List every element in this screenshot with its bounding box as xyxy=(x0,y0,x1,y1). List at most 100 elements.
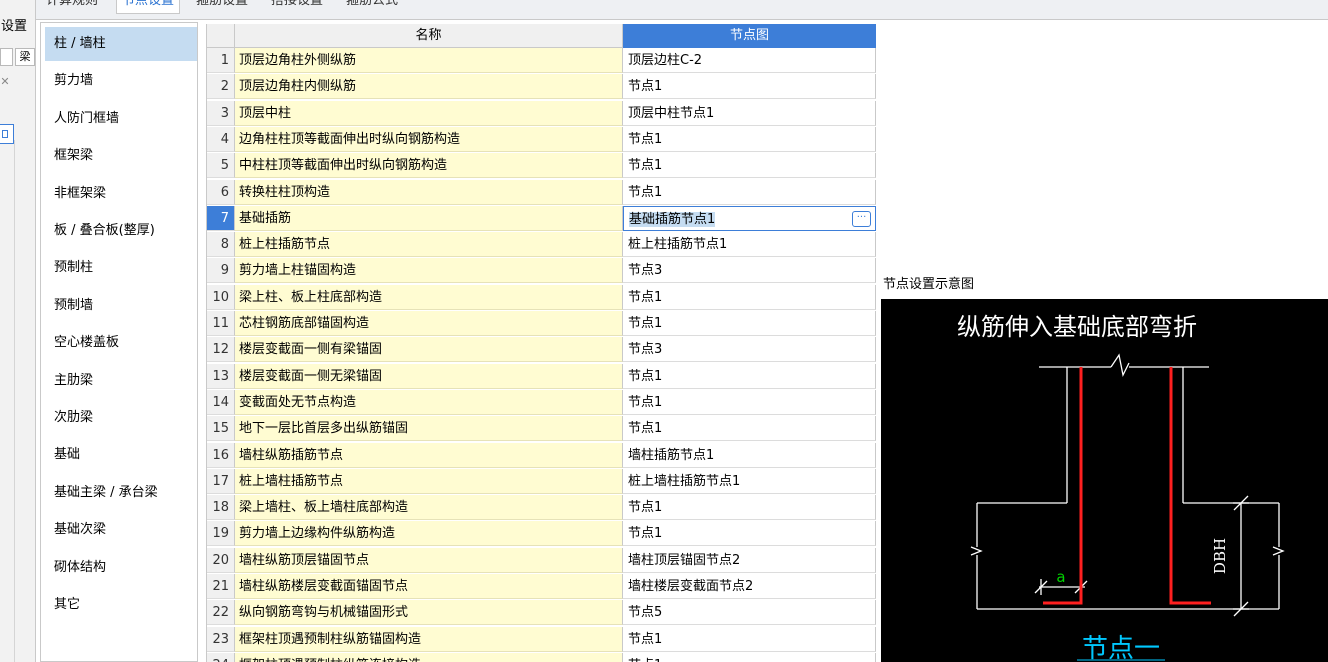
row-node-cell[interactable]: 节点1 xyxy=(623,363,876,389)
row-name-cell[interactable]: 边角柱柱顶等截面伸出时纵向钢筋构造 xyxy=(235,126,623,152)
row-node-cell[interactable]: 桩上墙柱插筋节点1 xyxy=(623,468,876,494)
table-row[interactable]: 18 梁上墙柱、板上墙柱底部构造 节点1 xyxy=(207,495,877,521)
row-node-cell[interactable]: 墙柱插筋节点1 xyxy=(623,442,876,468)
row-node-cell[interactable]: 节点1 xyxy=(623,389,876,415)
row-name-cell[interactable]: 桩上墙柱插筋节点 xyxy=(235,468,623,494)
row-name-cell[interactable]: 转换柱柱顶构造 xyxy=(235,179,623,205)
row-name-cell[interactable]: 楼层变截面一侧有梁锚固 xyxy=(235,337,623,363)
table-row[interactable]: 24框架柱顶遇预制柱纵筋连接构造节点1 xyxy=(207,652,877,662)
row-number[interactable]: 8 xyxy=(207,232,235,258)
tab-stirrup-settings[interactable]: 箍筋设置 xyxy=(191,0,253,14)
table-row[interactable]: 9 剪力墙上柱锚固构造 节点3 xyxy=(207,258,877,284)
row-node-cell[interactable]: 节点1 xyxy=(623,311,876,336)
ellipsis-button[interactable]: ··· xyxy=(852,210,871,227)
row-name-cell[interactable]: 框架柱顶遇预制柱纵筋锚固构造 xyxy=(235,626,623,652)
table-row[interactable]: 7 基础插筋 基础插筋节点1 ··· xyxy=(207,205,877,231)
row-name-cell[interactable]: 楼层变截面一侧无梁锚固 xyxy=(235,363,623,389)
row-name-cell[interactable]: 墙柱纵筋顶层锚固节点 xyxy=(235,547,623,573)
row-node-cell[interactable]: 节点1 xyxy=(623,126,876,152)
column-header-node[interactable]: 节点图 xyxy=(623,24,876,48)
close-icon[interactable]: ✕ xyxy=(0,76,10,88)
category-item[interactable]: 预制柱 xyxy=(45,251,197,285)
row-node-cell[interactable]: 节点3 xyxy=(623,258,876,284)
category-item[interactable]: 基础主梁 / 承台梁 xyxy=(45,476,197,510)
category-item[interactable]: 空心楼盖板 xyxy=(45,326,197,360)
row-name-cell[interactable]: 顶层边角柱外侧纵筋 xyxy=(235,48,623,73)
table-row[interactable]: 23 框架柱顶遇预制柱纵筋锚固构造 节点1 xyxy=(207,626,877,652)
tab-node-settings[interactable]: 节点设置 xyxy=(116,0,181,14)
row-name-cell[interactable]: 梁上柱、板上柱底部构造 xyxy=(235,284,623,310)
row-name-cell[interactable]: 中柱柱顶等截面伸出时纵向钢筋构造 xyxy=(235,153,623,179)
row-name-cell[interactable]: 剪力墙上边缘构件纵筋构造 xyxy=(235,521,623,547)
row-name-cell[interactable]: 纵向钢筋弯钩与机械锚固形式 xyxy=(235,600,623,626)
table-row[interactable]: 22 纵向钢筋弯钩与机械锚固形式 节点5 xyxy=(207,600,877,626)
row-number[interactable]: 2 xyxy=(207,74,235,100)
table-row[interactable]: 10 梁上柱、板上柱底部构造 节点1 xyxy=(207,284,877,310)
table-row[interactable]: 20 墙柱纵筋顶层锚固节点 墙柱顶层锚固节点2 xyxy=(207,547,877,573)
row-number[interactable]: 7 xyxy=(207,205,235,231)
row-number[interactable]: 4 xyxy=(207,126,235,152)
category-item[interactable]: 板 / 叠合板(整厚) xyxy=(45,214,197,248)
category-item[interactable]: 次肋梁 xyxy=(45,401,197,435)
row-number[interactable]: 23 xyxy=(207,626,235,652)
row-number[interactable]: 12 xyxy=(207,337,235,363)
category-item[interactable]: 主肋梁 xyxy=(45,364,197,398)
row-number[interactable]: 6 xyxy=(207,179,235,205)
row-name-cell[interactable]: 桩上柱插筋节点 xyxy=(235,232,623,258)
row-number[interactable]: 19 xyxy=(207,521,235,547)
row-node-cell[interactable]: 节点1 xyxy=(623,74,876,100)
row-number[interactable]: 14 xyxy=(207,389,235,415)
table-row[interactable]: 5 中柱柱顶等截面伸出时纵向钢筋构造 节点1 xyxy=(207,153,877,179)
row-number[interactable]: 15 xyxy=(207,416,235,442)
row-number[interactable]: 3 xyxy=(207,100,235,126)
tab-lap-settings[interactable]: 搭接设置 xyxy=(266,0,328,14)
category-item[interactable]: 砌体结构 xyxy=(45,551,197,585)
row-node-cell[interactable]: 顶层边柱C-2 xyxy=(623,48,876,73)
table-row[interactable]: 12 楼层变截面一侧有梁锚固 节点3 xyxy=(207,337,877,363)
row-name-cell[interactable]: 顶层边角柱内侧纵筋 xyxy=(235,74,623,100)
row-name-cell[interactable]: 框架柱顶遇预制柱纵筋连接构造 xyxy=(235,652,623,662)
row-node-cell[interactable]: 节点1 xyxy=(623,652,876,662)
row-number[interactable]: 22 xyxy=(207,600,235,626)
tab-stirrup-formula[interactable]: 箍筋公式 xyxy=(341,0,403,14)
row-name-cell[interactable]: 剪力墙上柱锚固构造 xyxy=(235,258,623,284)
row-node-cell[interactable]: 墙柱顶层锚固节点2 xyxy=(623,547,876,573)
row-name-cell[interactable]: 基础插筋 xyxy=(235,205,623,231)
table-row[interactable]: 13 楼层变截面一侧无梁锚固 节点1 xyxy=(207,363,877,389)
table-row[interactable]: 6 转换柱柱顶构造 节点1 xyxy=(207,179,877,205)
category-item[interactable]: 非框架梁 xyxy=(45,177,197,211)
table-row[interactable]: 4 边角柱柱顶等截面伸出时纵向钢筋构造 节点1 xyxy=(207,126,877,152)
row-number[interactable]: 1 xyxy=(207,48,235,73)
row-name-cell[interactable]: 梁上墙柱、板上墙柱底部构造 xyxy=(235,495,623,521)
row-number[interactable]: 16 xyxy=(207,442,235,468)
column-header-name[interactable]: 名称 xyxy=(235,24,623,48)
row-node-cell[interactable]: 节点1 xyxy=(623,416,876,442)
row-node-cell[interactable]: 墙柱楼层变截面节点2 xyxy=(623,574,876,599)
row-number[interactable]: 18 xyxy=(207,495,235,521)
row-node-cell[interactable]: 节点1 xyxy=(623,284,876,310)
row-number[interactable]: 20 xyxy=(207,547,235,573)
table-row[interactable]: 3 顶层中柱 顶层中柱节点1 xyxy=(207,100,877,126)
row-node-cell[interactable]: 节点5 xyxy=(623,600,876,626)
table-row[interactable]: 17 桩上墙柱插筋节点 桩上墙柱插筋节点1 xyxy=(207,468,877,494)
row-number[interactable]: 21 xyxy=(207,574,235,599)
row-number[interactable]: 24 xyxy=(207,652,235,662)
row-number[interactable]: 9 xyxy=(207,258,235,284)
row-node-cell[interactable]: 节点1 xyxy=(623,179,876,205)
row-node-value[interactable]: 基础插筋节点1 xyxy=(629,211,716,227)
table-row[interactable]: 8 桩上柱插筋节点 桩上柱插筋节点1 xyxy=(207,232,877,258)
category-item[interactable]: 基础 xyxy=(45,438,197,472)
category-item[interactable]: 剪力墙 xyxy=(45,64,197,98)
row-number[interactable]: 5 xyxy=(207,153,235,179)
row-number[interactable]: 17 xyxy=(207,468,235,494)
row-name-cell[interactable]: 墙柱纵筋插筋节点 xyxy=(235,442,623,468)
panel-tab-beam[interactable]: 梁 xyxy=(15,48,35,66)
table-row[interactable]: 21 墙柱纵筋楼层变截面锚固节点 墙柱楼层变截面节点2 xyxy=(207,574,877,599)
category-item[interactable]: 人防门框墙 xyxy=(45,102,197,136)
row-node-cell[interactable]: 节点1 xyxy=(623,521,876,547)
row-node-cell[interactable]: 节点1 xyxy=(623,626,876,652)
row-number[interactable]: 10 xyxy=(207,284,235,310)
row-node-cell[interactable]: 基础插筋节点1 ··· xyxy=(623,205,876,231)
table-row[interactable]: 11 芯柱钢筋底部锚固构造 节点1 xyxy=(207,311,877,336)
table-row[interactable]: 1 顶层边角柱外侧纵筋 顶层边柱C-2 xyxy=(207,48,877,73)
